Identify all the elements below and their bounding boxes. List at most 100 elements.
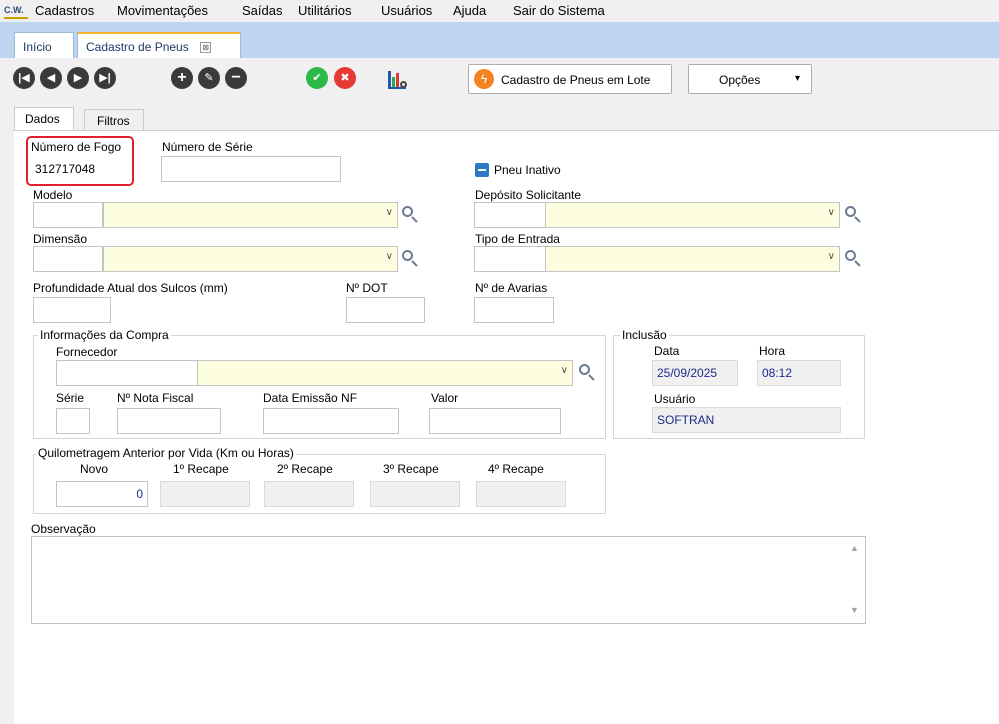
tipo-entrada-code-input[interactable] (474, 246, 546, 272)
deposito-search-icon[interactable] (844, 205, 862, 225)
confirm-icon[interactable]: ✔ (306, 67, 328, 89)
scroll-down-icon[interactable]: ▼ (850, 605, 859, 615)
valor-label: Valor (431, 391, 459, 405)
tipo-entrada-label: Tipo de Entrada (475, 232, 560, 246)
chevron-down-icon: ∨ (385, 251, 393, 262)
modelo-code-input[interactable] (33, 202, 103, 228)
serie-input[interactable] (56, 408, 90, 434)
previous-record-icon[interactable]: ◀ (40, 67, 62, 89)
recape2-input (264, 481, 354, 507)
inclusao-hora-label: Hora (759, 344, 786, 358)
inclusao-title: Inclusão (620, 328, 669, 342)
novo-label: Novo (80, 462, 109, 476)
tab-inicio[interactable]: Início (14, 32, 74, 58)
menu-bar: C.W. Cadastros Movimentações Saídas Util… (0, 0, 999, 22)
fornecedor-combo[interactable]: ∨ (197, 360, 573, 386)
compra-title: Informações da Compra (38, 328, 171, 342)
document-tab-strip: Início Cadastro de Pneus ⊠ (0, 22, 999, 58)
dot-input[interactable] (346, 297, 425, 323)
numero-serie-input[interactable] (161, 156, 341, 182)
last-record-icon[interactable]: ▶| (94, 67, 116, 89)
observacao-textarea[interactable] (31, 536, 866, 624)
menu-ajuda[interactable]: Ajuda (453, 3, 486, 18)
recape2-label: 2º Recape (277, 462, 333, 476)
chevron-down-icon: ▾ (795, 73, 801, 84)
tab-inicio-label: Início (23, 40, 52, 54)
chevron-down-icon: ∨ (827, 207, 835, 218)
options-label: Opções (719, 73, 761, 87)
recape4-input (476, 481, 566, 507)
chevron-down-icon: ∨ (560, 365, 568, 376)
deposito-combo[interactable]: ∨ (545, 202, 840, 228)
edit-icon[interactable]: ✎ (198, 67, 220, 89)
menu-sair[interactable]: Sair do Sistema (513, 3, 605, 18)
inclusao-usuario-value: SOFTRAN (652, 407, 841, 433)
tab-cadastro-pneus-label: Cadastro de Pneus (86, 40, 189, 54)
close-tab-icon[interactable]: ⊠ (200, 42, 212, 54)
tipo-entrada-combo[interactable]: ∨ (545, 246, 840, 272)
recape3-label: 3º Recape (383, 462, 439, 476)
options-button[interactable]: Opções ▾ (688, 64, 812, 94)
novo-input[interactable]: 0 (56, 481, 148, 507)
quilometragem-title: Quilometragem Anterior por Vida (Km ou H… (36, 446, 296, 460)
profundidade-input[interactable] (33, 297, 111, 323)
recape4-label: 4º Recape (488, 462, 544, 476)
pneu-inativo-checkbox[interactable] (475, 163, 489, 177)
report-chart-icon[interactable] (387, 69, 407, 89)
avarias-input[interactable] (474, 297, 554, 323)
modelo-combo[interactable]: ∨ (103, 202, 398, 228)
menu-movimentacoes[interactable]: Movimentações (117, 3, 208, 18)
numero-fogo-input[interactable]: 312717048 (30, 156, 130, 182)
dot-label: Nº DOT (346, 281, 388, 295)
tab-cadastro-pneus[interactable]: Cadastro de Pneus ⊠ (77, 32, 241, 58)
scroll-up-icon[interactable]: ▲ (850, 543, 859, 553)
add-icon[interactable]: + (171, 67, 193, 89)
observacao-scrollbar[interactable]: ▲ ▼ (845, 537, 865, 623)
nota-fiscal-input[interactable] (117, 408, 221, 434)
chevron-down-icon: ∨ (827, 251, 835, 262)
menu-cadastros[interactable]: Cadastros (35, 3, 94, 18)
modelo-search-icon[interactable] (401, 205, 419, 225)
deposito-label: Depósito Solicitante (475, 188, 582, 202)
tab-filtros-label: Filtros (97, 114, 130, 128)
fornecedor-code-input[interactable] (56, 360, 198, 386)
menu-usuarios[interactable]: Usuários (381, 3, 432, 18)
menu-saidas[interactable]: Saídas (242, 3, 282, 18)
recape3-input (370, 481, 460, 507)
first-record-icon[interactable]: |◀ (13, 67, 35, 89)
remove-icon[interactable]: − (225, 67, 247, 89)
app-logo: C.W. (4, 3, 28, 19)
pneu-inativo-label: Pneu Inativo (494, 163, 561, 177)
tab-filtros[interactable]: Filtros (84, 109, 144, 131)
tipo-entrada-search-icon[interactable] (844, 249, 862, 269)
inclusao-data-value: 25/09/2025 (652, 360, 738, 386)
deposito-code-input[interactable] (474, 202, 546, 228)
inclusao-hora-value: 08:12 (757, 360, 841, 386)
toolbar: |◀ ◀ ▶ ▶| + ✎ − ✔ ✖ ϟ Cadastro de Pneus … (0, 58, 999, 106)
avarias-label: Nº de Avarias (475, 281, 548, 295)
serie-label: Série (56, 391, 85, 405)
modelo-label: Modelo (33, 188, 73, 202)
dimensao-label: Dimensão (33, 232, 88, 246)
lightning-icon: ϟ (474, 69, 494, 89)
dimensao-combo[interactable]: ∨ (103, 246, 398, 272)
tab-dados[interactable]: Dados (14, 107, 74, 131)
profundidade-label: Profundidade Atual dos Sulcos (mm) (33, 281, 228, 295)
inclusao-data-label: Data (654, 344, 680, 358)
fornecedor-search-icon[interactable] (578, 363, 596, 383)
valor-input[interactable] (429, 408, 561, 434)
recape1-label: 1º Recape (173, 462, 229, 476)
data-emissao-label: Data Emissão NF (263, 391, 358, 405)
fornecedor-label: Fornecedor (56, 345, 118, 359)
dimensao-code-input[interactable] (33, 246, 103, 272)
data-emissao-input[interactable] (263, 408, 399, 434)
menu-utilitarios[interactable]: Utilitários (298, 3, 351, 18)
cancel-icon[interactable]: ✖ (334, 67, 356, 89)
observacao-label: Observação (31, 522, 96, 536)
dimensao-search-icon[interactable] (401, 249, 419, 269)
chevron-down-icon: ∨ (385, 207, 393, 218)
nota-fiscal-label: Nº Nota Fiscal (117, 391, 194, 405)
next-record-icon[interactable]: ▶ (67, 67, 89, 89)
batch-register-label: Cadastro de Pneus em Lote (501, 73, 651, 87)
batch-register-button[interactable]: ϟ Cadastro de Pneus em Lote (468, 64, 672, 94)
